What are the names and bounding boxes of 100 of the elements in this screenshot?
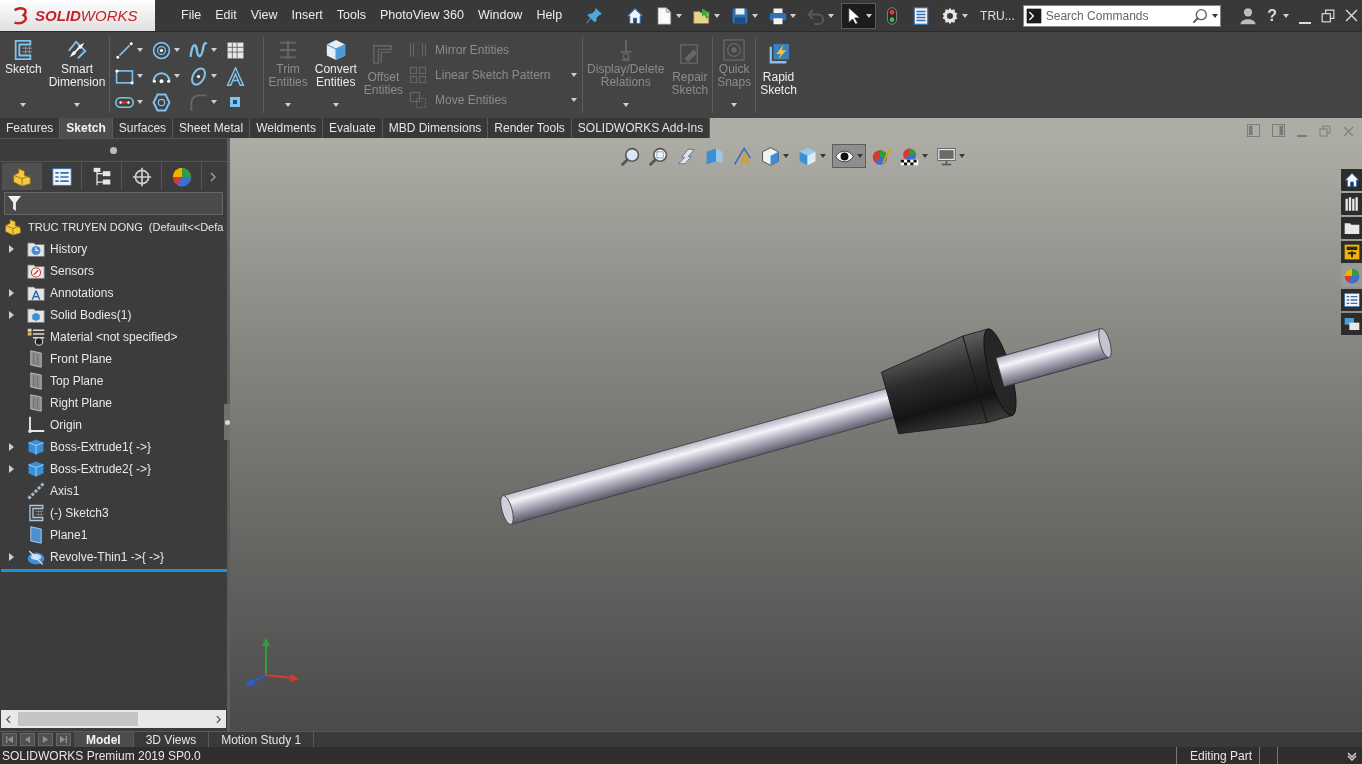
menu-item[interactable]: Edit — [215, 9, 237, 22]
panel-toggle-button[interactable] — [1272, 124, 1285, 137]
logo-text: SOLIDWORKS — [35, 8, 138, 23]
view-tool-button[interactable] — [832, 144, 866, 168]
close-icon — [1343, 126, 1354, 137]
menu-item[interactable]: File — [181, 9, 202, 22]
tree-item[interactable]: (-) Sketch3 — [0, 502, 227, 524]
search-bar[interactable]: Search Commands — [1022, 4, 1221, 27]
command-tab[interactable]: Evaluate — [322, 118, 383, 138]
scroll-right-icon — [216, 714, 221, 724]
menu-item[interactable]: Tools — [336, 9, 367, 22]
tree-item[interactable]: Axis1 — [0, 480, 227, 502]
help-button[interactable]: ? — [1267, 7, 1289, 24]
folder-arrow-icon — [693, 6, 712, 25]
restore-button[interactable] — [1321, 8, 1335, 23]
pin-button[interactable] — [586, 7, 603, 24]
target-square-icon — [723, 39, 746, 61]
search-icon — [1191, 7, 1208, 24]
tree-item[interactable]: Revolve-Thin1 ->{ ->} — [0, 546, 227, 568]
tree-item[interactable]: Origin — [0, 414, 227, 436]
tree-item[interactable]: Top Plane — [0, 370, 227, 392]
hexagon-icon — [152, 92, 172, 112]
task-pane-button[interactable] — [1341, 289, 1362, 311]
tree-item[interactable]: Plane1 — [0, 524, 227, 546]
user-button[interactable] — [1239, 6, 1258, 25]
checkered-scene-icon — [900, 146, 919, 166]
tab-scroll-button[interactable] — [20, 733, 35, 746]
gauge-folder-icon — [27, 262, 45, 280]
scrollbar-thumb[interactable] — [18, 712, 138, 726]
cube-folder-icon — [27, 306, 45, 324]
ribbon-button[interactable]: Smart Dimension — [45, 32, 109, 118]
command-tab[interactable]: Features — [0, 118, 61, 138]
plane-icon — [27, 526, 45, 544]
clock-folder-icon — [27, 240, 45, 258]
horizontal-scrollbar[interactable] — [1, 710, 226, 728]
ribbon-button[interactable]: Rapid Sketch — [757, 32, 800, 118]
lightning-square-icon — [767, 43, 790, 65]
magnifier-square-icon — [649, 146, 668, 166]
monitor-icon — [937, 146, 956, 166]
tree-item[interactable]: Boss-Extrude1{ ->} — [0, 436, 227, 458]
task-pane-button[interactable] — [1341, 313, 1362, 335]
command-tab[interactable]: Sheet Metal — [173, 118, 251, 138]
document-icon — [655, 6, 674, 25]
menu-item[interactable]: View — [250, 9, 278, 22]
part-blocks-icon — [11, 166, 32, 187]
tree-item[interactable]: Annotations — [0, 282, 227, 304]
menu-item[interactable]: PhotoView 360 — [380, 9, 464, 22]
arrow-icon — [6, 736, 13, 743]
color-ball-icon — [1343, 268, 1360, 284]
origin-axes-icon — [27, 416, 45, 434]
tree-item[interactable]: TRUC TRUYEN DONG (Default<<Defa — [0, 216, 227, 238]
filter-icon — [8, 196, 21, 211]
menu-item[interactable]: Window — [477, 9, 523, 22]
task-pane-button[interactable] — [1341, 217, 1362, 239]
circle-icon — [152, 40, 172, 60]
status-text: SOLIDWORKS Premium 2019 SP0.0 — [1, 747, 201, 764]
folded-panel-icon — [705, 146, 724, 166]
plane-icon — [27, 372, 45, 390]
ribbon-button[interactable]: Sketch — [2, 32, 45, 118]
sketch-grid-icon — [12, 39, 35, 61]
document-tab[interactable]: Model — [74, 732, 134, 747]
shaded-cube-icon — [798, 146, 817, 166]
tree-item[interactable]: Material <not specified> — [0, 326, 227, 348]
task-pane-button[interactable] — [1341, 241, 1362, 263]
gear-icon — [941, 6, 960, 25]
tab-scroll-button[interactable] — [56, 733, 71, 746]
panel-toggle-button[interactable] — [1247, 124, 1260, 137]
tab-scroll-button[interactable] — [38, 733, 53, 746]
ribbon-button[interactable]: Convert Entities — [311, 32, 360, 118]
command-tab[interactable]: Weldments — [250, 118, 323, 138]
splitter-handle[interactable] — [224, 404, 230, 440]
menu-item[interactable]: Help — [536, 9, 563, 22]
command-tab[interactable]: SOLIDWORKS Add-Ins — [571, 118, 711, 138]
tree-item[interactable]: History — [0, 238, 227, 260]
tree-item[interactable]: Sensors — [0, 260, 227, 282]
tree-item[interactable]: Front Plane — [0, 348, 227, 370]
chevron-right-icon — [210, 171, 216, 182]
command-tab[interactable]: Surfaces — [112, 118, 174, 138]
crosshair-icon — [131, 166, 152, 187]
panel-tab[interactable] — [2, 163, 42, 190]
eraser-square-icon — [678, 43, 701, 65]
tab-scroll-button[interactable] — [2, 733, 17, 746]
tree-item[interactable]: Solid Bodies(1) — [0, 304, 227, 326]
task-pane-button[interactable] — [1341, 169, 1362, 191]
house-icon — [626, 6, 645, 25]
hatch-grid-icon — [226, 40, 246, 60]
tree-item[interactable]: Boss-Extrude2{ ->} — [0, 458, 227, 480]
search-field[interactable]: Search Commands — [1045, 6, 1188, 25]
dimension-arrow-icon — [66, 39, 89, 61]
command-tab[interactable]: Sketch — [60, 118, 113, 138]
task-pane-button[interactable] — [1341, 193, 1362, 215]
command-tab[interactable]: MBD Dimensions — [382, 118, 489, 138]
menu-item[interactable]: Insert — [291, 9, 323, 22]
toolbar-button[interactable] — [841, 2, 877, 29]
mirror-lines-icon — [409, 40, 428, 59]
user-icon — [1239, 6, 1258, 25]
command-tab[interactable]: Render Tools — [488, 118, 572, 138]
restore-icon — [1319, 125, 1331, 137]
plane-icon — [27, 394, 45, 412]
tree-item[interactable]: Right Plane — [0, 392, 227, 414]
